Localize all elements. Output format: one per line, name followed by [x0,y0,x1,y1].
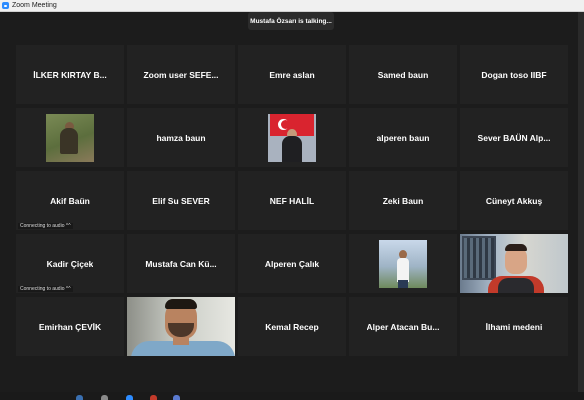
participant-tile[interactable]: NEF HALİL [238,171,346,230]
window-title: Zoom Meeting [12,2,57,9]
participant-name: Dogan toso IIBF [481,69,547,80]
participant-avatar [46,113,94,162]
participant-name: Sever BAÜN Alp... [477,132,551,143]
participant-name: Emre aslan [269,69,315,80]
participant-tile[interactable] [349,234,457,293]
participant-name: Zeki Baun [382,195,424,206]
participant-avatar [268,113,316,162]
participant-tile[interactable]: Kadir Çiçek Connecting to audio ^^ [16,234,124,293]
participant-name: Kemal Recep [265,321,319,332]
participant-name: alperen baun [376,132,430,143]
participant-tile[interactable]: Zoom user SEFE... [127,45,235,104]
participant-tile[interactable]: İLKER KIRTAY B... [16,45,124,104]
window-edge [578,12,584,400]
participant-tile[interactable]: Mustafa Can Kü... [127,234,235,293]
participant-name: İLKER KIRTAY B... [33,69,107,80]
participant-tile[interactable]: Sever BAÜN Alp... [460,108,568,167]
audio-status: Connecting to audio ^^ [18,286,73,292]
participant-name: NEF HALİL [269,195,315,206]
active-speaker-banner: Mustafa Özsarı is talking... [248,12,334,30]
window-titlebar: Zoom Meeting [0,0,584,12]
taskbar-icon[interactable] [173,395,180,400]
participant-tile[interactable]: hamza baun [127,108,235,167]
taskbar-icon[interactable] [126,395,133,400]
participant-name: Mustafa Can Kü... [145,258,217,269]
taskbar [0,392,584,400]
participant-tile[interactable]: Elif Su SEVER [127,171,235,230]
participant-tile[interactable]: Emirhan ÇEVİK [16,297,124,356]
participant-name: Elif Su SEVER [152,195,210,206]
participant-tile[interactable]: Akif Baün Connecting to audio ^^ [16,171,124,230]
participant-name: Alperen Çalık [264,258,320,269]
participant-tile[interactable]: alperen baun [349,108,457,167]
participant-tile[interactable] [460,234,568,293]
participant-name: Alper Atacan Bu... [366,321,440,332]
participant-name: İlhami medeni [485,321,543,332]
participant-tile[interactable]: Alper Atacan Bu... [349,297,457,356]
participant-video [127,297,235,356]
taskbar-icon[interactable] [76,395,83,400]
participant-name: Akif Baün [50,195,90,206]
participant-tile[interactable]: Dogan toso IIBF [460,45,568,104]
participant-name: Cüneyt Akkuş [485,195,543,206]
participant-name: Kadir Çiçek [46,258,94,269]
participant-tile[interactable]: Zeki Baun [349,171,457,230]
participant-video [460,234,568,293]
participant-name: Emirhan ÇEVİK [38,321,102,332]
taskbar-icon[interactable] [150,395,157,400]
participant-tile[interactable] [16,108,124,167]
participant-tile[interactable]: İlhami medeni [460,297,568,356]
participant-tile[interactable]: Kemal Recep [238,297,346,356]
participant-avatar [379,239,427,288]
participant-name: Samed baun [377,69,429,80]
participant-tile[interactable] [127,297,235,356]
taskbar-icon[interactable] [101,395,108,400]
participant-name: Zoom user SEFE... [143,69,219,80]
participant-tile[interactable]: Alperen Çalık [238,234,346,293]
participant-tile[interactable]: Emre aslan [238,45,346,104]
zoom-app-icon [2,2,9,9]
participant-tile[interactable]: Samed baun [349,45,457,104]
participant-tile[interactable] [238,108,346,167]
gallery-grid: İLKER KIRTAY B... Zoom user SEFE... Emre a… [16,45,568,356]
participant-tile[interactable]: Cüneyt Akkuş [460,171,568,230]
audio-status: Connecting to audio ^^ [18,223,73,229]
participant-name: hamza baun [156,132,206,143]
